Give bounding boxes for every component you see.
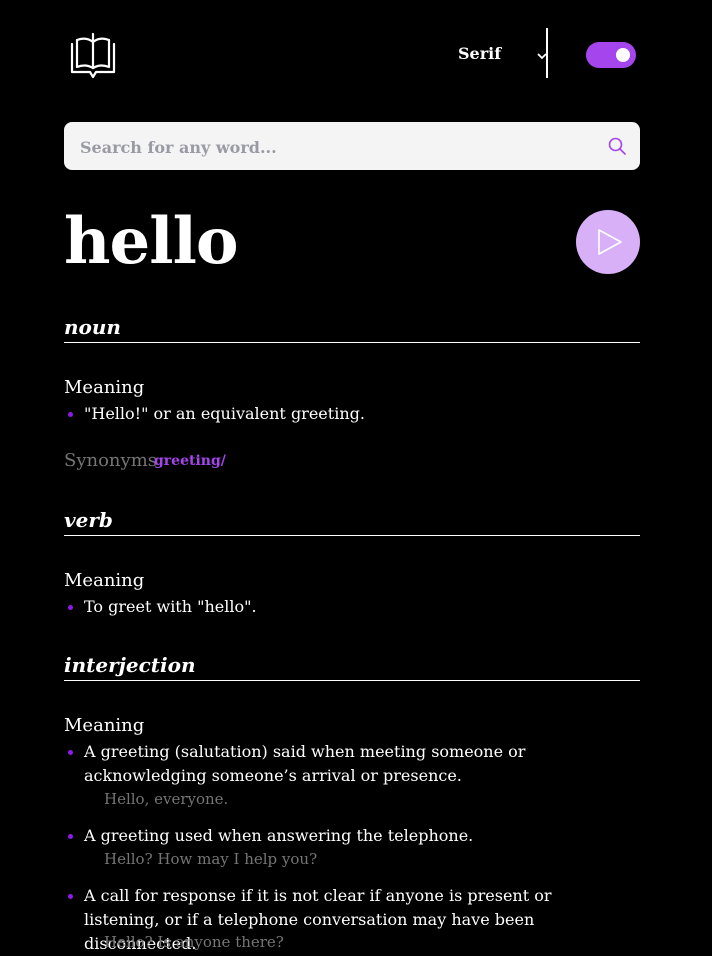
book-icon[interactable] [70,32,116,80]
play-icon [598,229,622,255]
header-divider [546,28,548,78]
meaning-heading: Meaning [64,570,145,591]
meaning-heading: Meaning [64,377,145,398]
example-text: Hello? Is anyone there? [104,933,284,951]
pos-heading-noun: noun [64,315,121,339]
search-icon[interactable] [608,137,626,155]
pos-rule [64,342,640,343]
synonyms-label: Synonyms [64,450,157,471]
bullet [68,605,73,610]
definition: To greet with "hello". [84,597,257,616]
definition: "Hello!" or an equivalent greeting. [84,404,365,423]
example-text: Hello? How may I help you? [104,850,318,868]
font-select[interactable]: Serif [444,40,552,66]
play-button[interactable] [576,210,640,274]
bullet [68,412,73,417]
search-input[interactable] [78,122,592,172]
theme-toggle[interactable] [586,42,636,68]
header: Serif [64,28,640,80]
bullet [68,834,73,839]
meaning-heading: Meaning [64,715,145,736]
word-title: hello [64,204,239,279]
synonym-link[interactable]: greeting/ [154,453,226,469]
bullet [68,894,73,899]
font-select-value: Serif [458,43,502,63]
definition: A greeting (salutation) said when meetin… [84,742,526,785]
pos-rule [64,680,640,681]
pos-heading-verb: verb [64,508,113,532]
pos-rule [64,535,640,536]
bullet [68,750,73,755]
definition: A greeting used when answering the telep… [84,826,474,845]
theme-toggle-knob [616,48,630,62]
example-text: Hello, everyone. [104,790,229,808]
search-bar [64,122,640,172]
pos-heading-interjection: interjection [64,653,196,677]
